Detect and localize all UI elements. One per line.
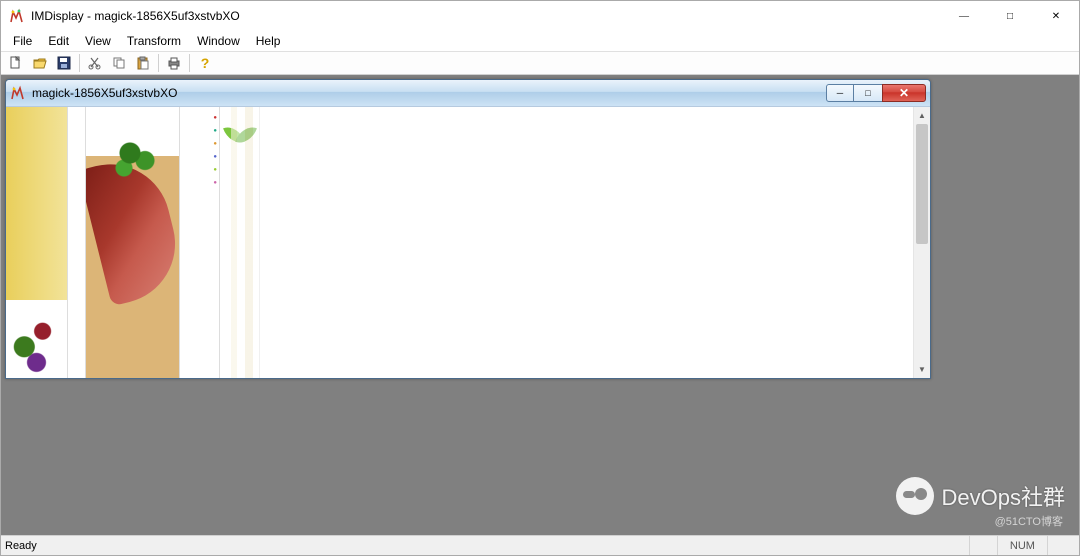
- mdi-client-area: magick-1856X5uf3xstvbXO ─ □ ✕ ●●●●●●: [1, 75, 1079, 535]
- cut-icon: [88, 56, 102, 70]
- watermark: DevOps社群: [896, 477, 1065, 515]
- application-window: IMDisplay - magick-1856X5uf3xstvbXO — □ …: [0, 0, 1080, 556]
- maximize-button[interactable]: □: [987, 1, 1033, 31]
- displayed-image: ●●●●●●: [6, 107, 261, 378]
- paste-icon: [136, 56, 150, 70]
- save-icon: [57, 56, 71, 70]
- titlebar[interactable]: IMDisplay - magick-1856X5uf3xstvbXO — □ …: [1, 1, 1079, 31]
- toolbar: ?: [1, 51, 1079, 75]
- status-numlock: NUM: [997, 536, 1047, 555]
- help-button[interactable]: ?: [194, 53, 216, 73]
- child-title-text: magick-1856X5uf3xstvbXO: [32, 86, 177, 100]
- menu-edit[interactable]: Edit: [40, 32, 77, 50]
- paste-button[interactable]: [132, 53, 154, 73]
- help-icon: ?: [201, 55, 210, 71]
- watermark-text: DevOps社群: [942, 480, 1065, 512]
- wechat-icon: [896, 477, 934, 515]
- menu-view[interactable]: View: [77, 32, 119, 50]
- copy-button[interactable]: [108, 53, 130, 73]
- child-app-icon: [10, 85, 26, 101]
- statusbar: Ready NUM: [1, 535, 1079, 555]
- child-close-button[interactable]: ✕: [882, 84, 926, 102]
- child-maximize-button[interactable]: □: [854, 84, 882, 102]
- window-title: IMDisplay - magick-1856X5uf3xstvbXO: [31, 9, 240, 23]
- image-canvas[interactable]: ●●●●●●: [6, 107, 913, 378]
- child-minimize-button[interactable]: ─: [826, 84, 854, 102]
- displayed-image-faint: [231, 107, 261, 378]
- scroll-up-icon[interactable]: ▲: [914, 107, 930, 124]
- status-cell-empty1: [969, 536, 997, 555]
- menu-file[interactable]: File: [5, 32, 40, 50]
- scrollbar-thumb[interactable]: [916, 124, 928, 244]
- scroll-down-icon[interactable]: ▼: [914, 361, 930, 378]
- status-cell-empty2: [1047, 536, 1075, 555]
- cut-button[interactable]: [84, 53, 106, 73]
- menubar: File Edit View Transform Window Help: [1, 31, 1079, 51]
- close-button[interactable]: ✕: [1033, 1, 1079, 31]
- open-icon: [33, 56, 47, 70]
- new-icon: [9, 56, 23, 70]
- child-window[interactable]: magick-1856X5uf3xstvbXO ─ □ ✕ ●●●●●●: [5, 79, 931, 379]
- app-icon: [9, 8, 25, 24]
- watermark-credit: @51CTO博客: [995, 513, 1063, 529]
- child-body: ●●●●●● ▲ ▼: [6, 106, 930, 378]
- menu-transform[interactable]: Transform: [119, 32, 189, 50]
- copy-icon: [112, 56, 126, 70]
- print-icon: [167, 56, 181, 70]
- vertical-scrollbar[interactable]: ▲ ▼: [913, 107, 930, 378]
- status-text: Ready: [5, 540, 37, 552]
- new-button[interactable]: [5, 53, 27, 73]
- print-button[interactable]: [163, 53, 185, 73]
- child-titlebar[interactable]: magick-1856X5uf3xstvbXO ─ □ ✕: [6, 80, 930, 106]
- menu-help[interactable]: Help: [248, 32, 289, 50]
- menu-window[interactable]: Window: [189, 32, 248, 50]
- save-button[interactable]: [53, 53, 75, 73]
- minimize-button[interactable]: —: [941, 1, 987, 31]
- open-button[interactable]: [29, 53, 51, 73]
